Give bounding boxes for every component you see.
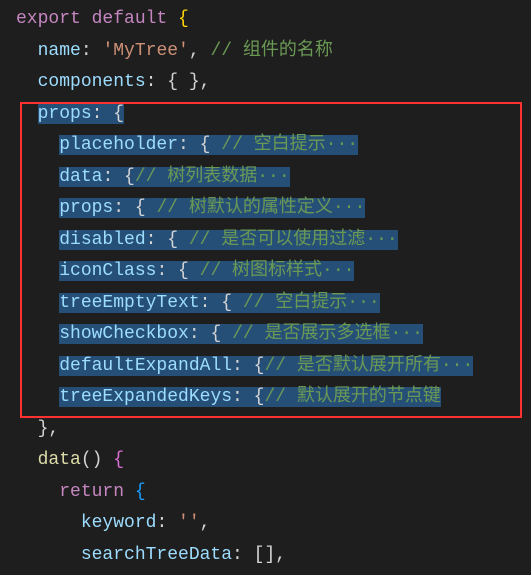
- string-literal: '': [178, 513, 200, 533]
- prop-key: defaultExpandAll: [59, 356, 232, 376]
- comment: // 是否展示多选框···: [232, 324, 423, 344]
- code-line: },: [16, 414, 531, 446]
- comment: // 是否可以使用过滤···: [189, 230, 398, 250]
- comment: // 是否默认展开所有···: [264, 356, 473, 376]
- keyword-return: return: [59, 482, 124, 502]
- code-line: searchTreeData: [],: [16, 540, 531, 572]
- code-line: name: 'MyTree', // 组件的名称: [16, 36, 531, 68]
- prop-key: searchTreeData: [81, 545, 232, 565]
- code-line: data() {: [16, 445, 531, 477]
- code-line: placeholder: { // 空白提示···: [16, 130, 531, 162]
- prop-key: placeholder: [59, 135, 178, 155]
- prop-key: iconClass: [59, 261, 156, 281]
- code-editor[interactable]: export default { name: 'MyTree', // 组件的名…: [0, 0, 531, 575]
- comment: // 树默认的属性定义···: [156, 198, 365, 218]
- prop-key: components: [38, 72, 146, 92]
- comment: // 默认展开的节点键: [264, 387, 440, 407]
- prop-key: treeExpandedKeys: [59, 387, 232, 407]
- prop-key: name: [38, 41, 81, 61]
- code-line: props: {: [16, 99, 531, 131]
- keyword-export: export: [16, 9, 81, 29]
- brace: {: [167, 9, 189, 29]
- prop-key: props: [38, 104, 92, 124]
- prop-key: treeEmptyText: [59, 293, 199, 313]
- string-literal: 'MyTree': [102, 41, 188, 61]
- code-line: data: {// 树列表数据···: [16, 162, 531, 194]
- code-line: treeExpandedKeys: {// 默认展开的节点键: [16, 382, 531, 414]
- code-line: showCheckbox: { // 是否展示多选框···: [16, 319, 531, 351]
- comment: // 树图标样式···: [200, 261, 355, 281]
- prop-key: keyword: [81, 513, 157, 533]
- code-line: props: { // 树默认的属性定义···: [16, 193, 531, 225]
- keyword-default: default: [92, 9, 168, 29]
- code-line: return {: [16, 477, 531, 509]
- prop-key: data: [59, 167, 102, 187]
- code-line: components: { },: [16, 67, 531, 99]
- code-line: disabled: { // 是否可以使用过滤···: [16, 225, 531, 257]
- comment: // 空白提示···: [221, 135, 358, 155]
- code-line: defaultExpandAll: {// 是否默认展开所有···: [16, 351, 531, 383]
- prop-key: showCheckbox: [59, 324, 189, 344]
- function-name: data: [38, 450, 81, 470]
- code-line: treeEmptyText: { // 空白提示···: [16, 288, 531, 320]
- prop-key: disabled: [59, 230, 145, 250]
- comment: // 空白提示···: [243, 293, 380, 313]
- code-line: keyword: '',: [16, 508, 531, 540]
- comment: // 组件的名称: [200, 41, 333, 61]
- code-line: export default {: [16, 4, 531, 36]
- comment: // 树列表数据···: [135, 167, 290, 187]
- prop-key: props: [59, 198, 113, 218]
- code-line: iconClass: { // 树图标样式···: [16, 256, 531, 288]
